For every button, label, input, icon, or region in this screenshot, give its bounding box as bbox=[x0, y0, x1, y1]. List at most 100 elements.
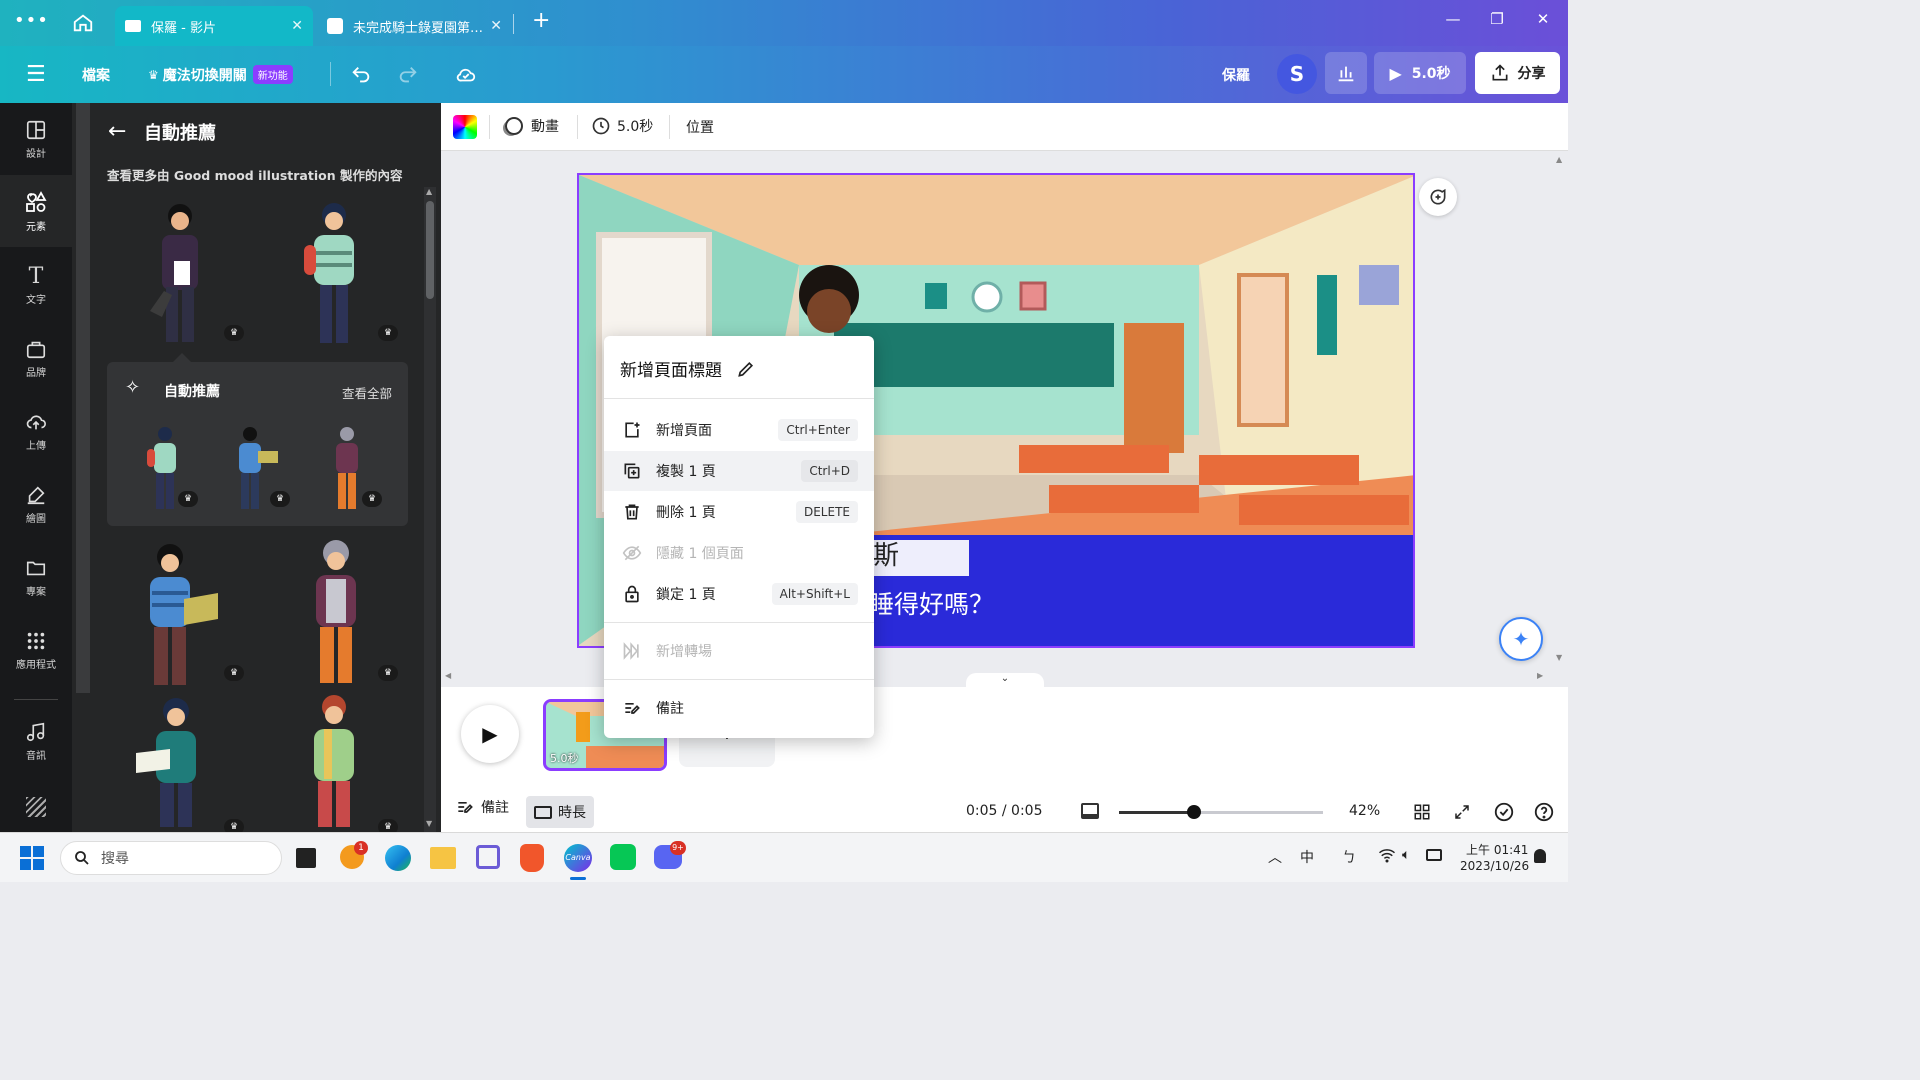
file-menu[interactable]: 檔案 bbox=[82, 46, 110, 103]
menu-item-add-transition[interactable]: 新增轉場 bbox=[604, 631, 874, 671]
play-preview-button[interactable]: ▶ 5.0秒 bbox=[1374, 52, 1466, 94]
panel-scrollbar[interactable]: ▲ ▼ bbox=[424, 187, 436, 832]
clock-time[interactable]: 上午 01:41 bbox=[1466, 841, 1528, 858]
insights-button[interactable] bbox=[1325, 52, 1367, 94]
illustration-person-4[interactable] bbox=[294, 539, 378, 686]
notification-bell-icon[interactable] bbox=[1534, 849, 1546, 863]
caption-bottom[interactable]: 睡得好嗎？ bbox=[869, 585, 994, 621]
illustration-person-5[interactable] bbox=[132, 695, 228, 827]
back-button[interactable]: ← bbox=[108, 119, 126, 144]
battery-icon[interactable] bbox=[1426, 849, 1442, 861]
redo-button[interactable] bbox=[397, 46, 419, 103]
caption-top[interactable]: 斯 bbox=[873, 535, 899, 572]
restore-button[interactable]: ❐ bbox=[1482, 10, 1512, 28]
see-all-link[interactable]: 查看全部 bbox=[342, 383, 392, 402]
illustration-person-3[interactable] bbox=[134, 541, 226, 686]
scroll-thumb[interactable] bbox=[426, 201, 434, 299]
start-button[interactable] bbox=[20, 846, 44, 870]
add-page-title-button[interactable]: 新增頁面標題 bbox=[620, 356, 756, 381]
close-tab-icon[interactable]: ✕ bbox=[490, 18, 502, 34]
rail-item-draw[interactable]: 繪圖 bbox=[0, 468, 72, 540]
timeline-play-button[interactable]: ▶ bbox=[461, 705, 519, 763]
menu-item-hide-page[interactable]: 隱藏 1 個頁面 bbox=[604, 533, 874, 573]
person-graphic bbox=[304, 203, 354, 343]
help-button[interactable] bbox=[1533, 801, 1555, 827]
illustration-person-2[interactable] bbox=[294, 201, 374, 346]
rail-item-design[interactable]: 設計 bbox=[0, 103, 72, 175]
scroll-up-arrow[interactable]: ▲ bbox=[426, 187, 432, 196]
rail-item-elements[interactable]: 元素 bbox=[0, 175, 72, 247]
cloud-saved-button[interactable] bbox=[454, 46, 478, 103]
folder-icon bbox=[26, 561, 46, 575]
scroll-left-arrow[interactable]: ◀ bbox=[445, 671, 451, 680]
magic-switch-button[interactable]: ♛ 魔法切換開關 新功能 bbox=[148, 46, 293, 103]
grid-view-button[interactable] bbox=[1413, 803, 1431, 826]
brave-icon[interactable] bbox=[520, 844, 544, 872]
rail-item-audio[interactable]: 音訊 bbox=[0, 705, 72, 777]
tray-overflow-icon[interactable]: ︿ bbox=[1268, 847, 1282, 867]
scroll-down-arrow[interactable]: ▼ bbox=[1556, 653, 1562, 662]
edge-icon[interactable] bbox=[385, 845, 411, 871]
menu-item-duplicate-page[interactable]: 複製 1 頁 Ctrl+D bbox=[604, 451, 874, 491]
menu-button[interactable]: ☰ bbox=[26, 46, 46, 103]
animate-button[interactable]: 動畫 bbox=[505, 116, 559, 136]
zoom-slider[interactable] bbox=[1119, 805, 1323, 819]
snipping-tool-icon[interactable] bbox=[476, 845, 500, 869]
windows-taskbar: 搜尋 1 Canva 9+ ︿ 中 ㄅ 🔈︎ 上午 01:41 2023/10/… bbox=[0, 832, 1568, 882]
ime-indicator[interactable]: 中 bbox=[1300, 847, 1314, 867]
clock-date[interactable]: 2023/10/26 bbox=[1460, 859, 1529, 873]
pattern-icon[interactable] bbox=[26, 797, 46, 817]
undo-button[interactable] bbox=[350, 46, 372, 103]
menu-item-notes[interactable]: 備註 bbox=[604, 688, 874, 728]
vertical-scrollbar[interactable]: ▲ ▼ bbox=[1552, 151, 1568, 667]
zoom-slider-thumb[interactable] bbox=[1187, 805, 1201, 819]
duration-button[interactable]: 5.0秒 bbox=[591, 116, 653, 136]
rail-label: 專案 bbox=[26, 586, 46, 598]
scroll-down-arrow[interactable]: ▼ bbox=[426, 819, 432, 828]
person-graphic bbox=[316, 540, 356, 683]
rail-item-projects[interactable]: 專案 bbox=[0, 541, 72, 613]
ime-mode-indicator[interactable]: ㄅ bbox=[1342, 847, 1356, 867]
menu-item-add-page[interactable]: 新增頁面 Ctrl+Enter bbox=[604, 410, 874, 450]
illustration-person-1[interactable] bbox=[140, 201, 220, 346]
design-name[interactable]: 保羅 bbox=[1222, 46, 1250, 103]
scroll-up-arrow[interactable]: ▲ bbox=[1556, 155, 1562, 164]
line-app-icon[interactable] bbox=[610, 844, 636, 870]
duration-toggle-button[interactable]: 時長 bbox=[526, 796, 594, 828]
playback-time: 0:05 / 0:05 bbox=[966, 803, 1043, 819]
taskbar-search[interactable]: 搜尋 bbox=[60, 841, 282, 875]
rail-item-upload[interactable]: 上傳 bbox=[0, 395, 72, 467]
home-button[interactable] bbox=[72, 12, 94, 38]
file-explorer-icon[interactable] bbox=[430, 847, 456, 869]
rail-item-apps[interactable]: 應用程式 bbox=[0, 614, 72, 686]
illustration-person-6[interactable] bbox=[294, 693, 374, 827]
new-tab-button[interactable]: + bbox=[532, 8, 550, 33]
magic-assistant-button[interactable]: ✦ bbox=[1499, 617, 1543, 661]
task-view-icon[interactable] bbox=[296, 848, 316, 868]
notes-button[interactable]: 備註 bbox=[455, 797, 509, 817]
minimize-button[interactable]: — bbox=[1438, 10, 1468, 28]
transition-icon bbox=[623, 642, 639, 660]
add-comment-button[interactable] bbox=[1419, 178, 1457, 216]
color-picker-button[interactable] bbox=[453, 115, 477, 139]
close-window-button[interactable]: ✕ bbox=[1528, 10, 1558, 28]
page-view-button[interactable] bbox=[1081, 803, 1099, 819]
canva-icon[interactable]: Canva bbox=[564, 844, 592, 872]
volume-icon[interactable]: 🔈︎ bbox=[1402, 847, 1410, 863]
tab-inactive[interactable]: 未完成騎士錄夏園第… ✕ bbox=[317, 6, 512, 46]
menu-item-lock-page[interactable]: 鎖定 1 頁 Alt+Shift+L bbox=[604, 574, 874, 614]
browser-menu-button[interactable]: ••• bbox=[14, 10, 49, 31]
position-button[interactable]: 位置 bbox=[686, 117, 714, 137]
fullscreen-button[interactable] bbox=[1453, 803, 1471, 825]
check-button[interactable] bbox=[1493, 801, 1515, 827]
close-tab-icon[interactable]: ✕ bbox=[291, 18, 303, 34]
menu-item-delete-page[interactable]: 刪除 1 頁 DELETE bbox=[604, 492, 874, 532]
tab-active[interactable]: 保羅 - 影片 ✕ bbox=[115, 6, 313, 46]
scroll-right-arrow[interactable]: ▶ bbox=[1537, 671, 1543, 680]
wifi-icon[interactable] bbox=[1378, 847, 1396, 867]
rail-item-text[interactable]: T 文字 bbox=[0, 249, 72, 321]
share-button[interactable]: 分享 bbox=[1475, 52, 1560, 94]
rail-item-brand[interactable]: 品牌 bbox=[0, 322, 72, 394]
avatar[interactable]: S bbox=[1277, 54, 1317, 94]
zoom-level[interactable]: 42% bbox=[1349, 803, 1380, 819]
